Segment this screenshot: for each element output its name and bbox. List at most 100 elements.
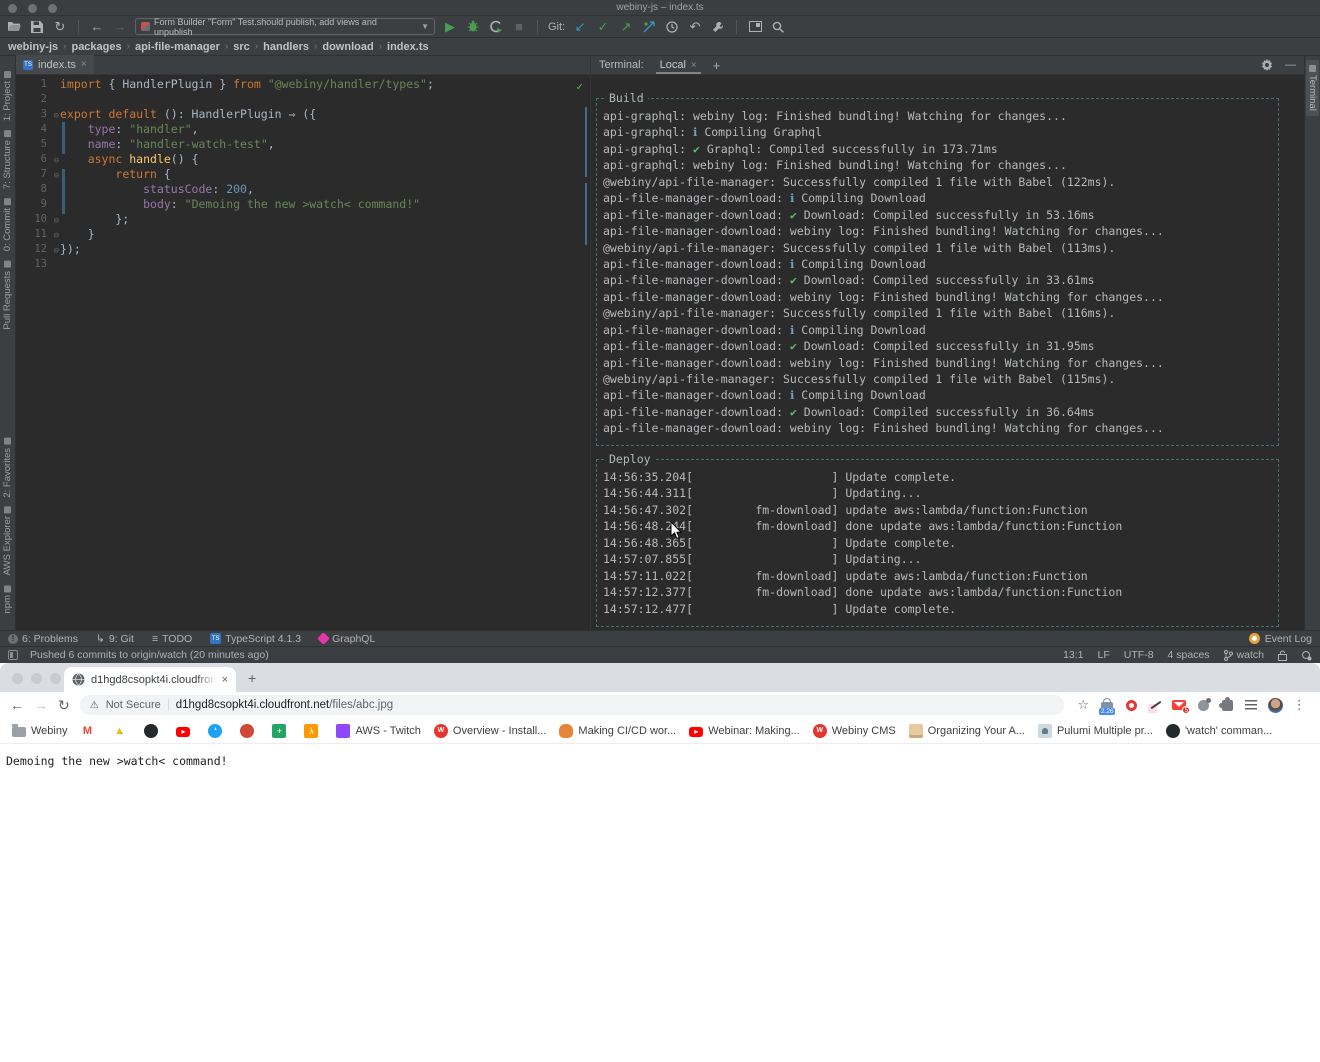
bookmark-item[interactable]: 'watch' comman... [1166,724,1272,738]
status-message[interactable]: Pushed 6 commits to origin/watch (20 min… [30,649,269,661]
tool-stripe-button[interactable]: 1: Project [2,71,13,121]
tool-window-layout-icon[interactable] [747,19,763,35]
close-tab-icon[interactable]: × [691,60,697,71]
settings-wrench-icon[interactable] [710,19,726,35]
close-tab-icon[interactable]: × [81,59,87,70]
browser-traffic-lights[interactable] [12,673,61,684]
sync-icon[interactable]: ↻ [52,19,68,35]
address-bar[interactable]: ⚠ Not Secure d1hgd8csopkt4i.cloudfront.n… [80,695,1064,715]
bookmark-item[interactable] [304,724,323,738]
tool-stripe-button[interactable]: npm [2,585,13,613]
back-icon[interactable]: ← [10,697,24,713]
history-button[interactable] [664,19,680,35]
problems-button[interactable]: ! 6: Problems [8,633,78,645]
breadcrumb-item[interactable]: handlers [263,41,309,53]
price-tracker-extension-icon[interactable]: 2.26 [1100,698,1115,713]
close-tab-icon[interactable]: × [222,674,228,686]
git-toolwindow-button[interactable]: ↳ 9: Git [96,633,134,645]
run-config-selector[interactable]: Form Builder "Form" Test.should publish,… [135,18,435,35]
code-line[interactable]: 6⊖ async handle() { [16,152,590,167]
git-merge-icon[interactable] [641,19,657,35]
tool-stripe-button-terminal[interactable]: Terminal [1306,60,1319,116]
terminal-tab-local[interactable]: Local × [654,56,703,75]
rollback-button[interactable]: ↶ [687,19,703,35]
git-update-button[interactable]: ↙ [572,19,588,35]
coverage-button[interactable] [488,19,504,35]
extensions-puzzle-icon[interactable] [1220,698,1235,713]
todo-button[interactable]: ≡ TODO [152,633,192,645]
mail-extension-icon[interactable]: 5 [1172,698,1187,713]
bookmark-item[interactable]: Pulumi Multiple pr... [1038,724,1153,738]
bookmark-item[interactable] [176,725,195,737]
open-folder-icon[interactable] [6,19,22,35]
bookmark-star-icon[interactable]: ☆ [1076,698,1091,713]
terminal-settings-gear-icon[interactable] [1261,59,1273,71]
line-ending-indicator[interactable]: LF [1098,649,1110,661]
tool-window-toggle-icon[interactable] [8,650,18,660]
back-icon[interactable]: ← [89,19,105,35]
browser-tab[interactable]: d1hgd8csopkt4i.cloudfront.ne × [64,667,236,692]
code-line[interactable]: 1 import { HandlerPlugin } from "@webiny… [16,77,590,92]
bookmark-item[interactable]: Overview - Install... [434,724,547,738]
bookmark-item[interactable]: Making CI/CD wor... [559,724,676,738]
tool-stripe-button[interactable]: AWS Explorer [2,506,13,575]
profile-avatar[interactable] [1268,698,1283,713]
save-all-icon[interactable] [29,19,45,35]
code-line[interactable]: 4 type: "handler", [16,122,590,137]
bookmark-item[interactable] [208,724,227,738]
tool-stripe-button[interactable]: 0: Commit [2,198,13,251]
bookmark-item[interactable]: Organizing Your A... [909,724,1025,738]
code-line[interactable]: 2 [16,92,590,107]
minimize-panel-icon[interactable]: — [1285,59,1296,71]
code-line[interactable]: 9 body: "Demoing the new >watch< command… [16,197,590,212]
tool-stripe-button[interactable]: Pull Requests [2,261,13,330]
tool-stripe-button[interactable]: 2: Favorites [2,438,13,498]
breadcrumb-item[interactable]: index.ts [387,41,429,53]
eyedropper-extension-icon[interactable] [1148,698,1163,713]
breadcrumb-item[interactable]: webiny-js [8,41,58,53]
playlist-extension-icon[interactable] [1244,698,1259,713]
bookmark-item[interactable]: Webinar: Making... [689,725,800,737]
indent-indicator[interactable]: 4 spaces [1168,649,1210,661]
code-line[interactable]: 7⊖ return { [16,167,590,182]
bookmark-item[interactable] [80,724,99,738]
breadcrumb-item[interactable]: api-file-manager [135,41,220,53]
editor-tab[interactable]: index.ts × [16,55,94,74]
run-button[interactable]: ▶ [442,19,458,35]
graphql-button[interactable]: GraphQL [319,633,375,645]
caret-position[interactable]: 13:1 [1063,649,1083,661]
breadcrumb-item[interactable]: src [233,41,250,53]
browser-menu-icon[interactable]: ⋮ [1292,698,1307,713]
code-line[interactable]: 12⊖ }); [16,242,590,257]
git-branch-widget[interactable]: watch [1224,649,1264,661]
bookmark-item[interactable]: Webiny [12,725,67,737]
code-line[interactable]: 11⊖ } [16,227,590,242]
event-log-button[interactable]: Event Log [1265,633,1312,645]
new-terminal-icon[interactable]: + [713,58,721,73]
adblock-extension-icon[interactable] [1124,698,1139,713]
code-line[interactable]: 8 statusCode: 200, [16,182,590,197]
code-line[interactable]: 5 name: "handler-watch-test", [16,137,590,152]
breadcrumb-item[interactable]: packages [71,41,121,53]
extension-icon[interactable] [1196,698,1211,713]
highlighting-level-icon[interactable] [1301,650,1312,661]
security-label[interactable]: Not Secure [106,699,161,711]
bookmark-item[interactable] [272,724,291,738]
readonly-lock-icon[interactable] [1278,650,1287,661]
bookmark-item[interactable] [240,724,259,738]
bookmark-item[interactable]: Webiny CMS [813,724,896,738]
code-line[interactable]: 3⊖ export default (): HandlerPlugin ⇒ ({ [16,107,590,122]
encoding-indicator[interactable]: UTF-8 [1124,649,1154,661]
debug-button[interactable] [465,19,481,35]
git-push-button[interactable]: ↗ [618,19,634,35]
reload-icon[interactable]: ↻ [58,697,70,714]
code-line[interactable]: 13 [16,257,590,272]
breadcrumb-item[interactable]: download [322,41,373,53]
git-commit-button[interactable]: ✓ [595,19,611,35]
bookmark-item[interactable] [144,724,163,738]
typescript-button[interactable]: TS TypeScript 4.1.3 [210,633,301,645]
code-line[interactable]: 10⊖ }; [16,212,590,227]
bookmark-item[interactable] [112,724,131,738]
bookmark-item[interactable]: AWS - Twitch [336,724,420,738]
ide-traffic-lights[interactable] [8,4,57,13]
